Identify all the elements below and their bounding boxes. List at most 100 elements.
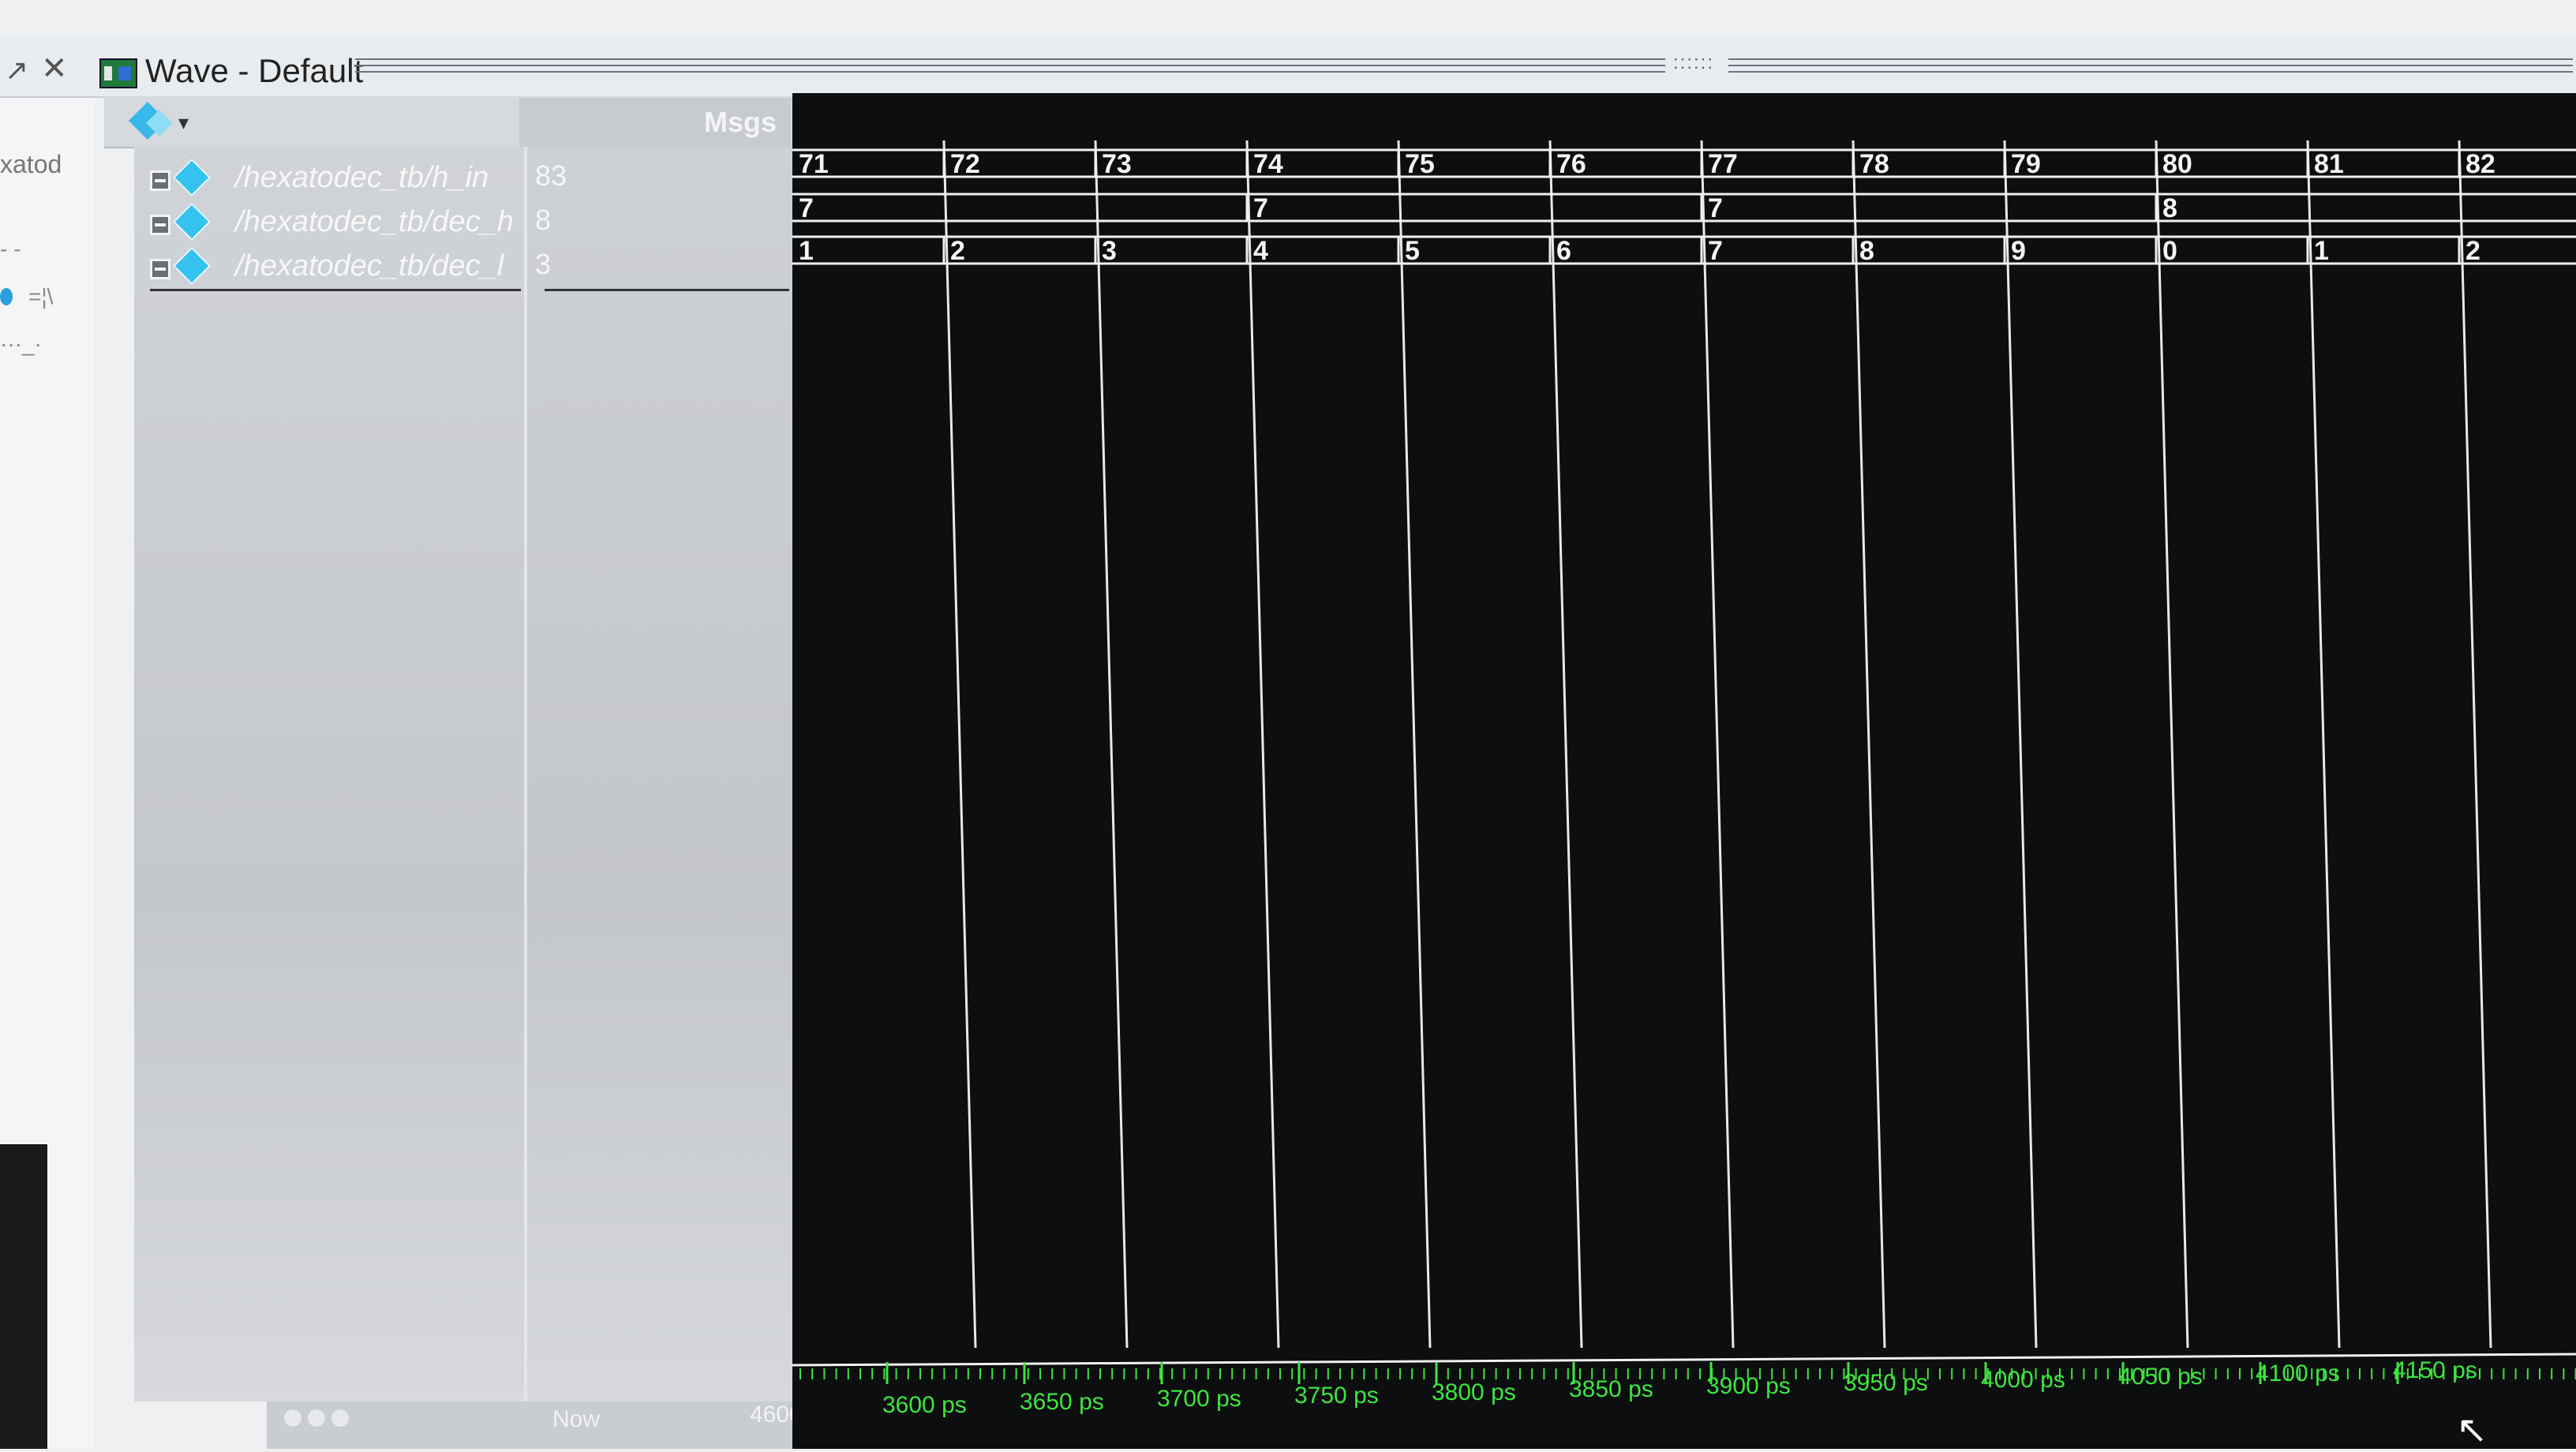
bus-value-label: 2: [2466, 236, 2481, 266]
timeline-tick-label: 3950 ps: [1844, 1370, 1928, 1396]
transition-line: [2003, 140, 2038, 1349]
values-column-header[interactable]: Msgs: [519, 98, 791, 147]
titlebar-grip[interactable]: [1728, 71, 2573, 73]
signal-names-pane[interactable]: [134, 147, 524, 1401]
timeline-tick-label: 3700 ps: [1157, 1386, 1241, 1412]
signal-diamond-icon: [172, 158, 212, 197]
signal-value: 3: [535, 248, 552, 280]
titlebar-grip[interactable]: [355, 65, 1665, 66]
transition-line: [1548, 140, 1583, 1349]
now-label: Now: [552, 1406, 601, 1432]
bus-value-label: 72: [950, 149, 980, 179]
bus-value-label: 7: [1253, 193, 1268, 223]
signal-row-dec-l[interactable]: /hexatodec_tb/dec_l: [150, 246, 513, 290]
timeline-tick-label: 3650 ps: [1020, 1389, 1104, 1415]
bus-value-label: 6: [1556, 236, 1571, 266]
titlebar-grip[interactable]: [1728, 65, 2573, 66]
status-dot-icon[interactable]: [331, 1409, 349, 1427]
bus-value-label: 4: [1253, 236, 1268, 266]
msgs-header-label: Msgs: [703, 106, 777, 138]
signal-value: 83: [535, 159, 567, 192]
bus-value-label: 8: [1859, 236, 1874, 266]
titlebar-grip[interactable]: [355, 71, 1665, 73]
selection-underline: [545, 289, 789, 291]
bus-value-label: 7: [1708, 193, 1723, 223]
transition-line: [1245, 140, 1280, 1349]
bus-value-label: 7: [1708, 236, 1723, 266]
status-dot-icon[interactable]: [284, 1409, 301, 1427]
signal-diamond-icon: [172, 202, 212, 241]
status-dot-icon[interactable]: [308, 1409, 325, 1427]
timeline-tick-label: 3800 ps: [1432, 1379, 1516, 1405]
transition-line: [1700, 140, 1735, 1349]
transition-line: [2306, 140, 2341, 1349]
signal-diamond-icon: [172, 246, 212, 286]
transition-line: [2155, 140, 2189, 1349]
bus-value-label: 1: [2314, 236, 2329, 266]
wave-window-titlebar[interactable]: ↗ ✕ Wave - Default ::::::: [0, 38, 2576, 98]
bus-value-label: 71: [799, 149, 829, 179]
transition-line: [1852, 140, 1886, 1349]
bus-value-label: 79: [2011, 149, 2041, 179]
status-icons[interactable]: [284, 1409, 371, 1433]
bus-value-label: 75: [1405, 149, 1435, 179]
bus-value-label: 82: [2466, 149, 2496, 179]
bus-value-label: 2: [950, 236, 965, 266]
mouse-pointer-icon: ↖: [2456, 1409, 2488, 1451]
adjacent-window-line: ···_·: [0, 331, 42, 356]
adjacent-window-line: =¦\: [28, 284, 54, 309]
chevron-down-icon: ▾: [178, 110, 189, 134]
signal-value: 8: [535, 204, 552, 236]
signal-row-dec-h[interactable]: /hexatodec_tb/dec_h: [150, 202, 514, 246]
undock-icon[interactable]: ↗: [5, 54, 28, 87]
bus-value-label: 3: [1102, 236, 1117, 266]
bus-value-label: 76: [1556, 149, 1586, 179]
bus-value-label: 1: [799, 236, 814, 266]
monitor-bezel: [0, 1144, 47, 1449]
bus-value-label: 81: [2314, 149, 2344, 179]
adjacent-window-label: xatod: [0, 150, 62, 178]
titlebar-grip[interactable]: [355, 58, 1665, 60]
bus-value-label: 7: [799, 193, 814, 223]
adjacent-window-icon: [0, 288, 13, 305]
signal-name: /hexatodec_tb/dec_h: [235, 205, 514, 238]
signal-name: /hexatodec_tb/dec_l: [235, 249, 504, 283]
add-wave-dropdown-button[interactable]: ▾: [128, 101, 199, 140]
wave-window-icon: [99, 58, 137, 88]
timeline-tick-label: 3600 ps: [882, 1392, 967, 1418]
drag-handle-icon[interactable]: ::::::: [1673, 52, 1714, 74]
titlebar-grip[interactable]: [1728, 58, 2573, 60]
bus-value-label: 77: [1708, 149, 1738, 179]
adjacent-window-line: - -: [0, 237, 21, 261]
bus-value-label: 73: [1102, 149, 1132, 179]
waveform-svg[interactable]: 71 72 73 74 75 76 77 78 79 80 81 827 7 7 81 2 3 4 5 6 7 8 9 0 1 2…: [792, 93, 2576, 1449]
expand-toggle[interactable]: [150, 259, 170, 279]
transition-line: [2458, 140, 2492, 1349]
signal-values-pane[interactable]: [524, 147, 830, 1401]
bus-value-label: 78: [1859, 149, 1889, 179]
bus-value-label: 8: [2162, 193, 2177, 223]
signal-name: /hexatodec_tb/h_in: [235, 161, 489, 194]
bus-value-label: 80: [2162, 149, 2192, 179]
timeline-tick-label: 4000 ps: [1981, 1367, 2065, 1393]
waveform-canvas[interactable]: 71 72 73 74 75 76 77 78 79 80 81 82 7 7 7 8 1 2 3 4 5 6 7 8 9 0 1 2…: [792, 93, 2576, 1449]
timeline-tick-label: 3850 ps: [1569, 1376, 1653, 1402]
signal-row-h-in[interactable]: /hexatodec_tb/h_in: [150, 158, 513, 202]
bus-value-label: 9: [2011, 236, 2026, 266]
timeline-tick-label: 4050 ps: [2118, 1364, 2203, 1390]
bus-value-label: 74: [1253, 149, 1283, 179]
transition-line: [1397, 140, 1432, 1349]
timeline-tick-label: 4150 ps: [2393, 1357, 2477, 1383]
timeline-tick-label: 4100 ps: [2256, 1360, 2340, 1387]
selection-underline: [150, 289, 521, 291]
expand-toggle[interactable]: [150, 215, 170, 235]
close-icon[interactable]: ✕: [41, 51, 68, 87]
window-title: Wave - Default: [145, 52, 364, 89]
timeline-tick-label: 3750 ps: [1294, 1383, 1379, 1409]
bus-value-label: 5: [1405, 236, 1420, 266]
bus-value-label: 0: [2162, 236, 2177, 266]
transition-line: [942, 140, 977, 1349]
transition-line: [1094, 140, 1129, 1349]
timeline-tick-label: 3900 ps: [1706, 1373, 1791, 1399]
expand-toggle[interactable]: [150, 170, 170, 191]
